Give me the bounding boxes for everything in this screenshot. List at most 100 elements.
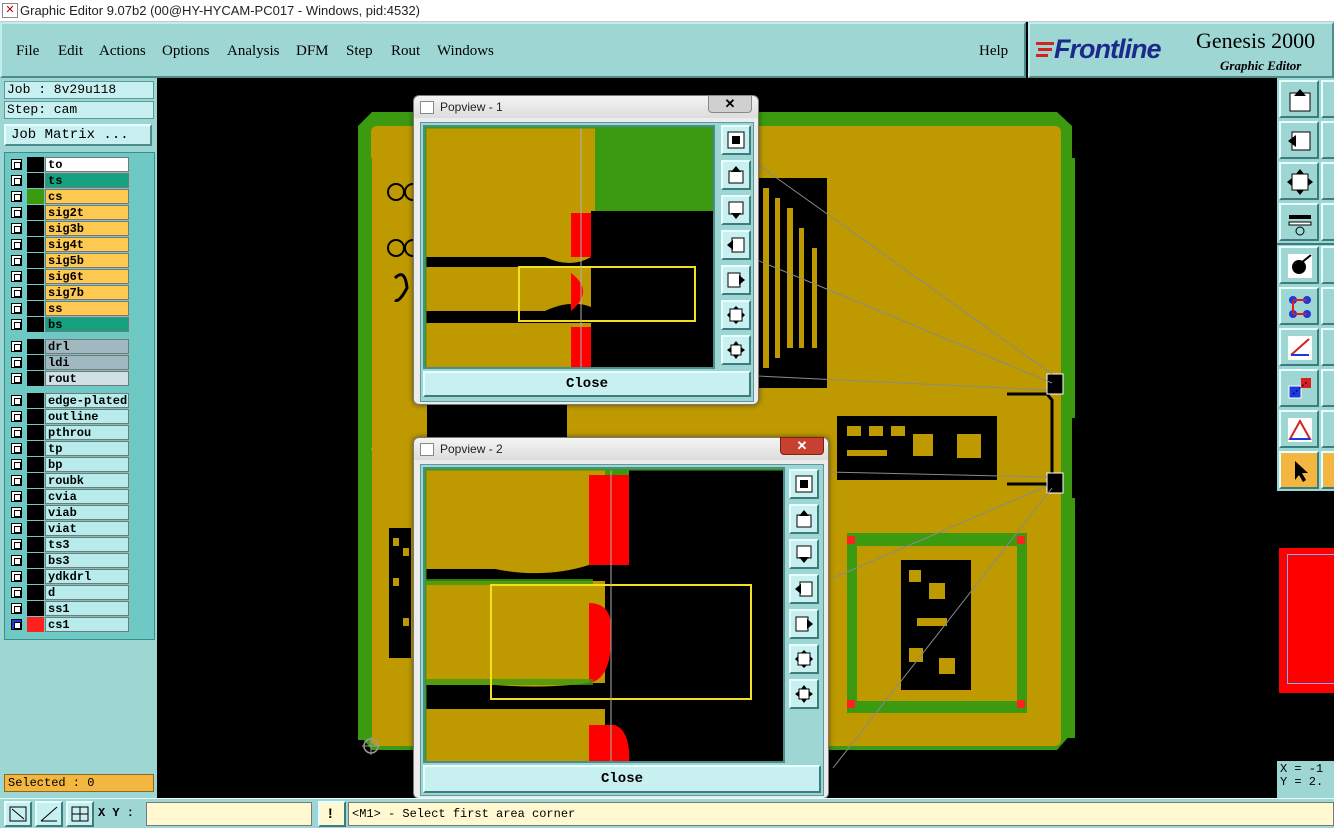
layer-name[interactable]: ydkdrl <box>45 569 129 584</box>
layer-name[interactable]: rout <box>45 371 129 386</box>
layer-row-sig5b[interactable]: sig5b <box>9 253 129 268</box>
pad-tool-icon[interactable] <box>1279 246 1319 284</box>
layer-checkbox[interactable] <box>11 619 22 630</box>
alert-icon[interactable]: ! <box>318 801 346 827</box>
layer-checkbox[interactable] <box>11 395 22 406</box>
layer-name[interactable]: edge-plated <box>45 393 129 408</box>
zoom-in-icon[interactable] <box>721 300 751 330</box>
move-left-icon[interactable] <box>1279 121 1319 159</box>
layer-checkbox[interactable] <box>11 555 22 566</box>
layer-name[interactable]: ss1 <box>45 601 129 616</box>
popview-1-close-icon[interactable]: ✕ <box>708 95 752 113</box>
menu-actions[interactable]: Actions <box>99 43 146 60</box>
pan-right-icon[interactable] <box>721 265 751 295</box>
layer-color-swatch[interactable] <box>27 285 44 300</box>
layer-name[interactable]: sig2t <box>45 205 129 220</box>
layer-color-swatch[interactable] <box>27 173 44 188</box>
layer-checkbox[interactable] <box>11 287 22 298</box>
layer-color-swatch[interactable] <box>27 505 44 520</box>
settings-icon[interactable] <box>1279 203 1319 241</box>
menu-options[interactable]: Options <box>162 43 210 60</box>
layer-color-swatch[interactable] <box>27 393 44 408</box>
pan-down-icon[interactable] <box>789 539 819 569</box>
layer-name[interactable]: cvia <box>45 489 129 504</box>
layer-row-d[interactable]: d <box>9 585 129 600</box>
layer-checkbox[interactable] <box>11 303 22 314</box>
layer-color-swatch[interactable] <box>27 409 44 424</box>
layer-row-ydkdrl[interactable]: ydkdrl <box>9 569 129 584</box>
layer-row-drl[interactable]: drl <box>9 339 129 354</box>
layer-name[interactable]: viat <box>45 521 129 536</box>
layer-color-swatch[interactable] <box>27 355 44 370</box>
layer-checkbox[interactable] <box>11 341 22 352</box>
layer-checkbox[interactable] <box>11 459 22 470</box>
tool-icon[interactable] <box>1321 246 1334 284</box>
menu-file[interactable]: File <box>16 43 39 60</box>
layer-checkbox[interactable] <box>11 523 22 534</box>
menu-analysis[interactable]: Analysis <box>227 43 280 60</box>
zoom-home-icon[interactable] <box>789 469 819 499</box>
layer-checkbox[interactable] <box>11 255 22 266</box>
layer-row-viat[interactable]: viat <box>9 521 129 536</box>
zoom-window-icon[interactable] <box>4 801 32 827</box>
layer-row-rout[interactable]: rout <box>9 371 129 386</box>
menu-edit[interactable]: Edit <box>58 43 83 60</box>
layer-name[interactable]: to <box>45 157 129 172</box>
layer-row-pthrou[interactable]: pthrou <box>9 425 129 440</box>
line-tool-icon[interactable] <box>1279 328 1319 366</box>
measure-tool-icon[interactable] <box>1279 410 1319 448</box>
zoom-out-icon[interactable] <box>789 679 819 709</box>
pan-left-icon[interactable] <box>721 230 751 260</box>
layer-color-swatch[interactable] <box>27 457 44 472</box>
tool-icon[interactable] <box>1321 369 1334 407</box>
layer-name[interactable]: viab <box>45 505 129 520</box>
layer-row-roubk[interactable]: roubk <box>9 473 129 488</box>
layer-name[interactable]: outline <box>45 409 129 424</box>
layer-name[interactable]: d <box>45 585 129 600</box>
popview-1-close-button[interactable]: Close <box>423 371 751 397</box>
layer-row-cs1[interactable]: cs1 <box>9 617 129 632</box>
popview-2-close-icon[interactable]: ✕ <box>780 437 824 455</box>
layer-name[interactable]: sig3b <box>45 221 129 236</box>
pointer-tool-icon[interactable] <box>1279 451 1319 489</box>
menu-help[interactable]: Help <box>979 43 1008 60</box>
layer-color-swatch[interactable] <box>27 157 44 172</box>
menu-rout[interactable]: Rout <box>391 43 420 60</box>
layer-name[interactable]: drl <box>45 339 129 354</box>
pan-right-icon[interactable] <box>789 609 819 639</box>
connect-tool-icon[interactable] <box>1279 287 1319 325</box>
measure-icon[interactable] <box>35 801 63 827</box>
job-matrix-button[interactable]: Job Matrix ... <box>4 124 152 146</box>
layer-name[interactable]: sig6t <box>45 269 129 284</box>
layer-name[interactable]: tp <box>45 441 129 456</box>
layer-color-swatch[interactable] <box>27 473 44 488</box>
layer-checkbox[interactable] <box>11 207 22 218</box>
layer-color-swatch[interactable] <box>27 617 44 632</box>
layer-checkbox[interactable] <box>11 571 22 582</box>
layer-checkbox[interactable] <box>11 357 22 368</box>
move-up-icon[interactable] <box>1279 80 1319 118</box>
layer-color-swatch[interactable] <box>27 441 44 456</box>
grid-icon[interactable] <box>66 801 94 827</box>
layer-row-ss1[interactable]: ss1 <box>9 601 129 616</box>
layer-checkbox[interactable] <box>11 475 22 486</box>
layer-checkbox[interactable] <box>11 507 22 518</box>
layer-color-swatch[interactable] <box>27 253 44 268</box>
layer-row-ldi[interactable]: ldi <box>9 355 129 370</box>
layer-color-swatch[interactable] <box>27 205 44 220</box>
layer-checkbox[interactable] <box>11 271 22 282</box>
zoom-home-icon[interactable] <box>721 125 751 155</box>
popview-1-view[interactable] <box>423 125 715 369</box>
layer-name[interactable]: sig5b <box>45 253 129 268</box>
menu-windows[interactable]: Windows <box>437 43 494 60</box>
layer-color-swatch[interactable] <box>27 553 44 568</box>
layer-name[interactable]: sig7b <box>45 285 129 300</box>
layer-color-swatch[interactable] <box>27 317 44 332</box>
layer-row-tp[interactable]: tp <box>9 441 129 456</box>
layer-row-sig3b[interactable]: sig3b <box>9 221 129 236</box>
layer-row-cvia[interactable]: cvia <box>9 489 129 504</box>
tool-icon[interactable] <box>1321 451 1334 489</box>
layer-row-bs[interactable]: bs <box>9 317 129 332</box>
layer-name[interactable]: ts3 <box>45 537 129 552</box>
move-tool-icon[interactable] <box>1279 369 1319 407</box>
